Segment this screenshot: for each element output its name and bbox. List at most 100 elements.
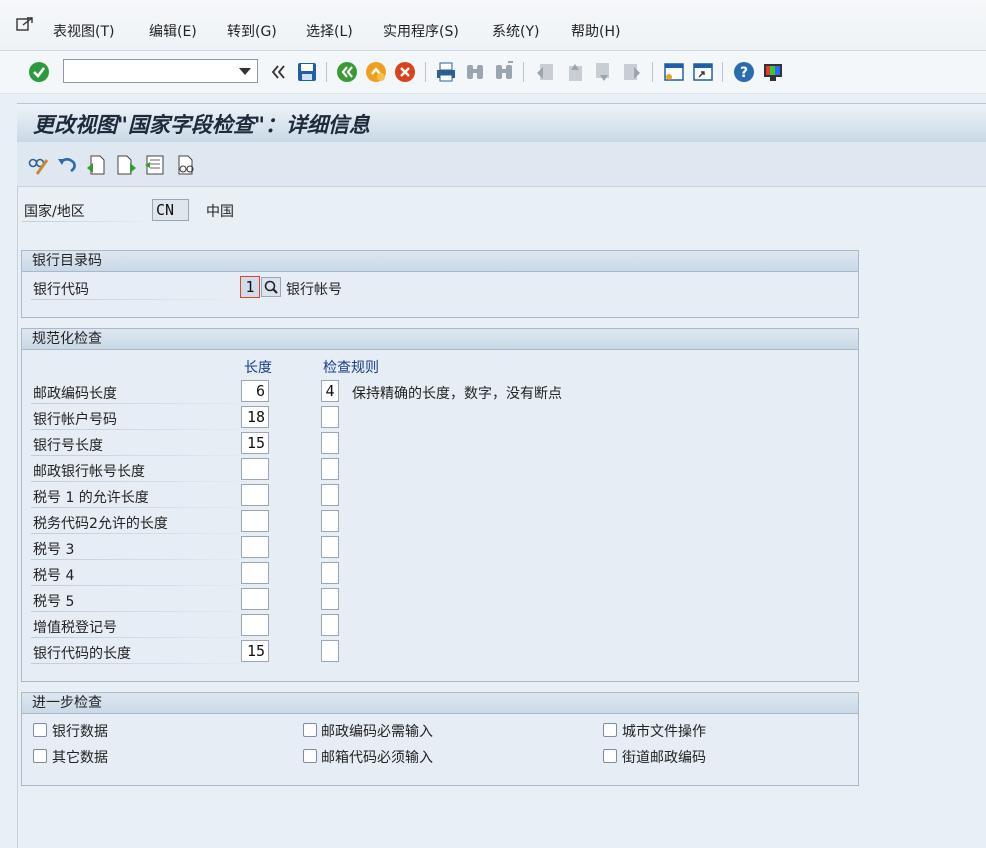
country-label: 国家/地区 xyxy=(24,204,85,220)
country-name: 中国 xyxy=(206,204,234,220)
previous-entry-icon[interactable] xyxy=(85,154,107,176)
bank-number-rule-field[interactable] xyxy=(321,432,339,454)
undo-icon[interactable] xyxy=(56,154,78,176)
command-dropdown-icon[interactable] xyxy=(239,68,251,75)
first-page-icon[interactable] xyxy=(533,60,557,84)
select-all-icon[interactable] xyxy=(144,154,166,176)
table-row-label: 税号 3 xyxy=(33,542,75,558)
tax-number-2-length-field[interactable] xyxy=(241,510,269,532)
rule-column-header: 检查规则 xyxy=(323,360,379,376)
city-file-label: 城市文件操作 xyxy=(622,724,706,740)
menu-system[interactable]: 系统(Y) xyxy=(492,21,539,41)
postal-bank-account-length-field[interactable] xyxy=(241,458,269,480)
bank-account-length-field[interactable]: 18 xyxy=(241,406,269,428)
tax-number-5-length-field[interactable] xyxy=(241,588,269,610)
menu-goto[interactable]: 转到(G) xyxy=(227,21,277,41)
table-row-label: 邮政编码长度 xyxy=(33,386,117,402)
tax-number-4-rule-field[interactable] xyxy=(321,562,339,584)
bank-code-length-field[interactable]: 15 xyxy=(241,640,269,662)
format-checks-heading: 规范化检查 xyxy=(22,329,858,350)
tax-number-1-rule-field[interactable] xyxy=(321,484,339,506)
enter-icon[interactable] xyxy=(27,60,51,84)
tax-number-4-length-field[interactable] xyxy=(241,562,269,584)
command-field[interactable] xyxy=(63,59,258,83)
postal-code-rule-field[interactable]: 4 xyxy=(321,380,339,402)
table-row-label: 税号 4 xyxy=(33,568,75,584)
back-icon[interactable] xyxy=(335,60,359,84)
menu-select[interactable]: 选择(L) xyxy=(306,21,353,41)
tax-number-3-length-field[interactable] xyxy=(241,536,269,558)
tax-number-1-length-field[interactable] xyxy=(241,484,269,506)
bank-directory-group: 银行目录码 xyxy=(21,250,859,318)
table-row-label: 银行代码的长度 xyxy=(33,646,131,662)
table-row-label: 税务代码2允许的长度 xyxy=(33,516,168,532)
shortcut-icon[interactable] xyxy=(691,60,715,84)
menu-help[interactable]: 帮助(H) xyxy=(571,21,620,41)
application-toolbar xyxy=(17,142,986,187)
bank-code-description: 银行帐号 xyxy=(286,282,342,298)
other-data-checkbox[interactable] xyxy=(33,749,47,763)
further-checks-group: 进一步检查 xyxy=(21,692,859,786)
bank-code-field[interactable]: 1 xyxy=(240,276,260,298)
previous-page-icon[interactable] xyxy=(562,60,586,84)
postal-bank-account-rule-field[interactable] xyxy=(321,458,339,480)
find-next-icon[interactable] xyxy=(492,60,516,84)
menu-table-view[interactable]: 表视图(T) xyxy=(53,21,114,41)
length-column-header: 长度 xyxy=(244,360,272,376)
save-icon[interactable] xyxy=(295,60,319,84)
postal-code-length-field[interactable]: 6 xyxy=(241,380,269,402)
bank-code-label: 银行代码 xyxy=(33,282,89,298)
bank-number-length-field[interactable]: 15 xyxy=(241,432,269,454)
menu-bar: 表视图(T) 编辑(E) 转到(G) 选择(L) 实用程序(S) 系统(Y) 帮… xyxy=(0,0,986,51)
standard-toolbar: ? xyxy=(0,51,986,94)
po-box-code-required-label: 邮箱代码必须输入 xyxy=(321,750,433,766)
tax-number-3-rule-field[interactable] xyxy=(321,536,339,558)
bank-account-rule-field[interactable] xyxy=(321,406,339,428)
display-change-icon[interactable] xyxy=(27,154,49,176)
po-box-code-required-checkbox[interactable] xyxy=(303,749,317,763)
table-row-label: 银行号长度 xyxy=(33,438,103,454)
next-entry-icon[interactable] xyxy=(115,154,137,176)
vat-number-rule-field[interactable] xyxy=(321,614,339,636)
search-help-icon[interactable] xyxy=(261,277,281,297)
help-icon[interactable]: ? xyxy=(732,60,756,84)
bank-directory-heading: 银行目录码 xyxy=(22,251,858,272)
country-code-field: CN xyxy=(152,199,189,221)
glasses-icon[interactable] xyxy=(175,154,197,176)
page-title: 更改视图"国家字段检查"：详细信息 xyxy=(33,112,370,137)
table-row-label: 银行帐户号码 xyxy=(33,412,117,428)
other-data-label: 其它数据 xyxy=(52,750,108,766)
vat-number-length-field[interactable] xyxy=(241,614,269,636)
collapse-icon[interactable] xyxy=(266,60,290,84)
further-checks-heading: 进一步检查 xyxy=(22,693,858,714)
menu-exit-icon[interactable] xyxy=(16,16,34,32)
table-row-label: 税号 1 的允许长度 xyxy=(33,490,149,506)
screen-title-bar: 更改视图"国家字段检查"：详细信息 xyxy=(17,103,986,143)
postal-code-required-label: 邮政编码必需输入 xyxy=(321,724,433,740)
bank-code-rule-field[interactable] xyxy=(321,640,339,662)
bank-data-checkbox[interactable] xyxy=(33,723,47,737)
customize-layout-icon[interactable] xyxy=(761,60,785,84)
street-postal-code-label: 街道邮政编码 xyxy=(622,750,706,766)
exit-icon[interactable] xyxy=(364,60,388,84)
find-icon[interactable] xyxy=(463,60,487,84)
bank-data-label: 银行数据 xyxy=(52,724,108,740)
cancel-icon[interactable] xyxy=(393,60,417,84)
print-icon[interactable] xyxy=(434,60,458,84)
tax-number-2-rule-field[interactable] xyxy=(321,510,339,532)
street-postal-code-checkbox[interactable] xyxy=(603,749,617,763)
table-row-label: 税号 5 xyxy=(33,594,75,610)
command-input[interactable] xyxy=(68,61,237,83)
tax-number-5-rule-field[interactable] xyxy=(321,588,339,610)
table-row-label: 增值税登记号 xyxy=(33,620,117,636)
postal-code-required-checkbox[interactable] xyxy=(303,723,317,737)
last-page-icon[interactable] xyxy=(620,60,644,84)
menu-edit[interactable]: 编辑(E) xyxy=(149,21,197,41)
city-file-checkbox[interactable] xyxy=(603,723,617,737)
menu-utilities[interactable]: 实用程序(S) xyxy=(383,21,459,41)
next-page-icon[interactable] xyxy=(591,60,615,84)
svg-text:?: ? xyxy=(740,65,748,81)
table-row-label: 邮政银行帐号长度 xyxy=(33,464,145,480)
create-session-icon[interactable] xyxy=(662,60,686,84)
postal-code-rule-text: 保持精确的长度，数字，没有断点 xyxy=(352,386,562,402)
